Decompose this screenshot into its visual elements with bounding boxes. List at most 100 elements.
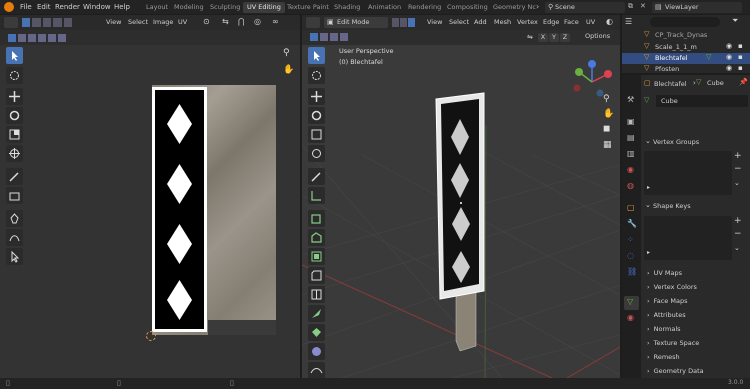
material-tab-icon[interactable]: ◉ <box>627 313 634 322</box>
outliner-row-scale[interactable]: ▽ Scale_1_1_m ◉ ▪ <box>622 42 750 53</box>
viewport-editor-type-icon[interactable] <box>306 17 320 28</box>
tab-modeling[interactable]: Modeling <box>170 2 208 13</box>
tab-animation[interactable]: Animation <box>364 2 405 13</box>
move-tool-icon[interactable] <box>6 88 23 105</box>
tab-rendering[interactable]: Rendering <box>404 2 445 13</box>
rotate-tool-icon[interactable] <box>6 107 23 124</box>
panel-attributes[interactable]: › Attributes <box>643 308 748 321</box>
panel-face-maps[interactable]: › Face Maps <box>643 294 748 307</box>
view-layer-tab-icon[interactable]: ▥ <box>627 149 635 158</box>
menu-mesh[interactable]: Mesh <box>494 18 511 26</box>
constraint-tab-icon[interactable]: ⛓ <box>627 267 637 276</box>
transform-tool-icon[interactable] <box>6 145 23 162</box>
vp-annotate-tool-icon[interactable] <box>308 168 325 185</box>
annotate-tool-icon[interactable] <box>6 168 23 185</box>
smooth-tool-icon[interactable] <box>308 362 325 379</box>
menu-edge[interactable]: Edge <box>543 18 559 26</box>
menu-file[interactable]: File <box>20 3 32 11</box>
uv-menu-view[interactable]: View <box>106 18 121 26</box>
viewport-zoom-icon[interactable]: ⚲ <box>603 94 610 104</box>
vertex-group-menu-icon[interactable]: ⌄ <box>734 179 740 187</box>
output-tab-icon[interactable]: ▤ <box>627 133 635 142</box>
vp-transform-tool-icon[interactable] <box>308 145 325 162</box>
eye-icon[interactable]: ◉ <box>726 53 732 61</box>
link-icon[interactable]: ∞ <box>272 17 279 26</box>
expand-icon[interactable]: ▸ <box>647 184 650 191</box>
proportional-icon[interactable]: ◎ <box>254 17 261 26</box>
extrude-tool-icon[interactable] <box>308 229 325 246</box>
menu-help[interactable]: Help <box>114 3 130 11</box>
axis-z-toggle[interactable]: Z <box>560 33 570 42</box>
menu-window[interactable]: Window <box>83 3 111 11</box>
tab-texture-paint[interactable]: Texture Paint <box>283 2 333 13</box>
mesh-datablock-selector[interactable]: ▽ Cube <box>644 95 748 107</box>
data-tab-active[interactable]: ▽ <box>624 296 639 310</box>
tab-sculpting[interactable]: Sculpting <box>206 2 244 13</box>
camera-toggle-icon[interactable]: ▪ <box>738 64 743 72</box>
menu-render[interactable]: Render <box>55 3 80 11</box>
vp-scale-tool-icon[interactable] <box>308 126 325 143</box>
outliner-row-cp-track[interactable]: ▽ CP_Track_Dynas <box>622 30 750 41</box>
2d-cursor[interactable] <box>146 331 156 341</box>
shape-keys-list[interactable]: ▸ <box>644 216 732 260</box>
viewport-select-icons[interactable] <box>310 33 350 42</box>
physics-tab-icon[interactable]: ◌ <box>627 251 634 260</box>
menu-add[interactable]: Add <box>474 18 487 26</box>
object-tab-icon[interactable]: ▢ <box>627 203 635 212</box>
tab-shading[interactable]: Shading <box>330 2 364 13</box>
tab-uv-editing[interactable]: UV Editing <box>243 2 285 13</box>
axis-y-toggle[interactable]: Y <box>549 33 559 42</box>
pinch-tool-icon[interactable] <box>6 248 23 265</box>
panel-uv-maps[interactable]: › UV Maps <box>643 266 748 279</box>
view-layer-selector[interactable]: ▤ ViewLayer <box>652 2 742 13</box>
pivot-icon[interactable]: ⊙ <box>203 17 210 26</box>
loop-cut-tool-icon[interactable] <box>308 286 325 303</box>
menu-uv[interactable]: UV <box>586 18 595 26</box>
axis-x-toggle[interactable]: X <box>538 33 548 42</box>
shape-keys-panel-header[interactable]: ⌄ Shape Keys <box>643 199 748 212</box>
outliner-search-input[interactable] <box>650 17 720 27</box>
mesh-select-mode[interactable] <box>392 18 416 27</box>
panel-normals[interactable]: › Normals <box>643 322 748 335</box>
menu-select[interactable]: Select <box>449 18 469 26</box>
close-icon[interactable]: ✕ <box>640 2 646 10</box>
vp-move-tool-icon[interactable] <box>308 88 325 105</box>
mirror-icon[interactable]: ⇋ <box>527 33 533 41</box>
add-shape-key-button[interactable]: + <box>734 216 742 226</box>
outliner-row-pfosten[interactable]: ▽ Pfosten ◉ ▪ <box>622 64 750 75</box>
chevron-right-icon[interactable]: › <box>536 2 539 11</box>
outliner-editor-icon[interactable]: ☰ <box>625 17 632 26</box>
uv-select-mode-icons[interactable] <box>8 34 68 43</box>
view-icon[interactable]: ◐ <box>606 17 613 26</box>
filter-icon[interactable]: ⏷ <box>732 16 738 26</box>
eye-icon[interactable]: ◉ <box>726 64 732 72</box>
spin-tool-icon[interactable] <box>308 343 325 360</box>
magnet-icon[interactable]: ⋂ <box>238 17 245 26</box>
grab-tool-icon[interactable] <box>6 210 23 227</box>
camera-toggle-icon[interactable]: ▪ <box>738 42 743 50</box>
panel-geometry-data[interactable]: › Geometry Data <box>643 364 748 377</box>
render-tab-icon[interactable]: ▣ <box>627 117 635 126</box>
snap-icon[interactable]: ⇆ <box>222 17 229 26</box>
tab-layout[interactable]: Layout <box>142 2 172 13</box>
tool-tab-icon[interactable]: ⚒ <box>627 95 634 104</box>
pin-icon[interactable]: 📌 <box>739 78 748 86</box>
inset-tool-icon[interactable] <box>308 248 325 265</box>
outliner-row-blechtafel[interactable]: ▽ Blechtafel ▽ ◉ ▪ <box>622 53 750 64</box>
camera-icon[interactable]: ◼ <box>603 124 610 134</box>
uv-menu-uv[interactable]: UV <box>178 18 187 26</box>
shape-key-menu-icon[interactable]: ⌄ <box>734 244 740 252</box>
menu-edit[interactable]: Edit <box>37 3 51 11</box>
blender-logo-icon[interactable] <box>4 2 14 12</box>
expand-icon[interactable]: ▸ <box>647 249 650 256</box>
panel-remesh[interactable]: › Remesh <box>643 350 748 363</box>
panel-texture-space[interactable]: › Texture Space <box>643 336 748 349</box>
viewport-hand-icon[interactable]: ✋ <box>603 109 614 119</box>
hand-icon[interactable]: ✋ <box>283 65 294 75</box>
bevel-tool-icon[interactable] <box>308 267 325 284</box>
eye-icon[interactable]: ◉ <box>726 42 732 50</box>
relax-tool-icon[interactable] <box>6 229 23 246</box>
uv-menu-image[interactable]: Image <box>153 18 173 26</box>
vertex-groups-panel-header[interactable]: ⌄ Vertex Groups <box>643 135 748 148</box>
vp-cursor-tool-icon[interactable] <box>308 67 325 84</box>
